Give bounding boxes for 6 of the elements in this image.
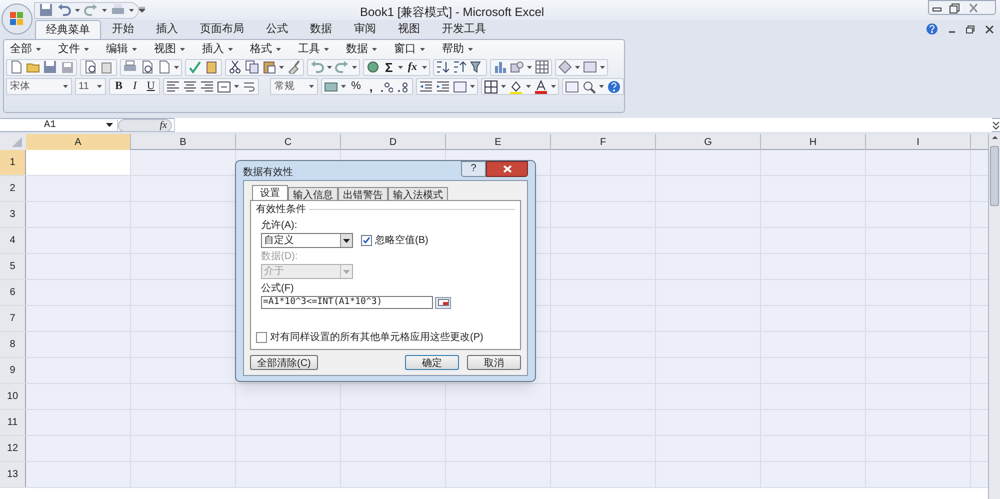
field-label: 数据(D): — [261, 250, 299, 264]
field-label: 允许(A): — [261, 218, 298, 233]
field-label: 公式(F) — [261, 282, 295, 296]
dialog-title: 数据有效性 — [243, 166, 293, 180]
window-title: Book1 [兼容模式] - Microsoft Excel — [360, 4, 544, 21]
group-label: 有效性条件 — [256, 202, 306, 217]
